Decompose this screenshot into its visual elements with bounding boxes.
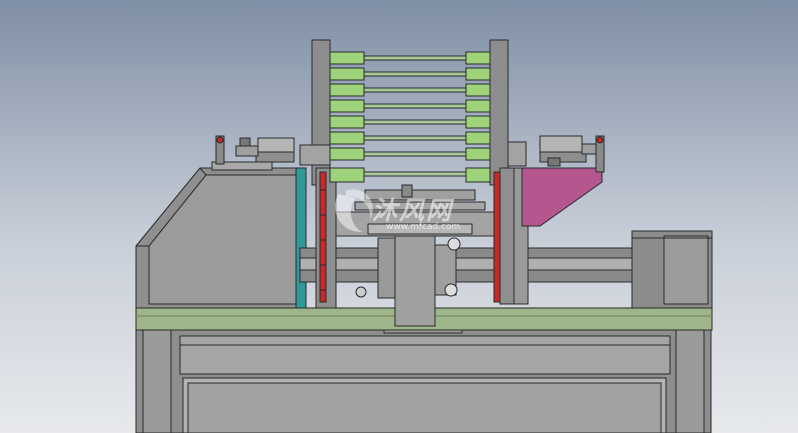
clamp-stack [329, 51, 491, 183]
machine-drawing [135, 39, 713, 433]
lower-frame [135, 322, 712, 433]
left-housing [135, 161, 307, 309]
main-shaft [299, 237, 633, 299]
left-cylinder-assembly [215, 135, 295, 165]
right-support-block [631, 230, 713, 309]
right-cylinder-assembly [521, 135, 605, 227]
cad-viewport[interactable]: 沐风网 www.mfcad.com [0, 0, 798, 433]
